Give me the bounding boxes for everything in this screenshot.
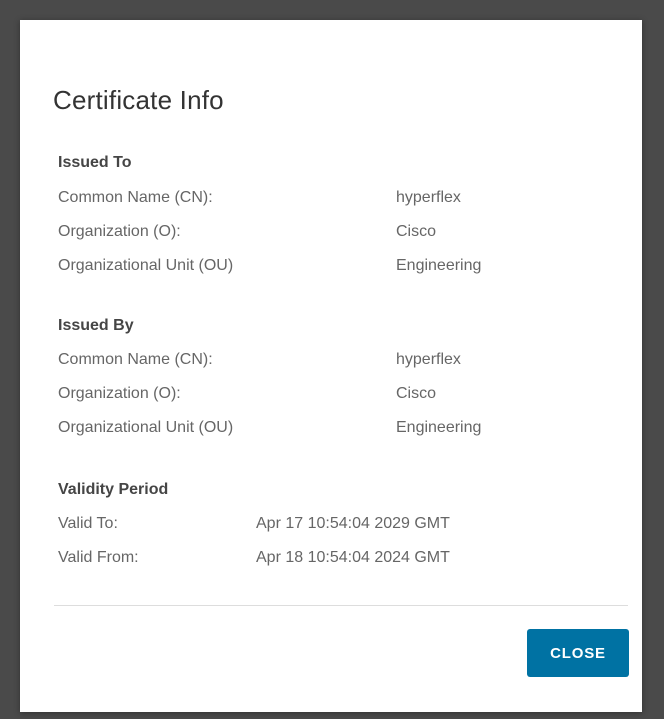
issued-by-cn-label: Common Name (CN): [58,351,213,368]
issued-to-org-label: Organization (O): [58,223,181,240]
issued-by-ou-label: Organizational Unit (OU) [58,419,234,436]
valid-to-label: Valid To: [58,515,118,532]
issued-to-ou-label: Organizational Unit (OU) [58,257,234,274]
footer-divider [54,605,628,606]
issued-to-ou-value: Engineering [396,257,482,274]
issued-by-org-label: Organization (O): [58,385,181,402]
valid-from-label: Valid From: [58,549,139,566]
issued-by-heading: Issued By [58,317,134,334]
validity-period-heading: Validity Period [58,481,169,498]
issued-to-heading: Issued To [58,154,132,171]
valid-to-value: Apr 17 10:54:04 2029 GMT [256,515,450,532]
issued-by-ou-value: Engineering [396,419,482,436]
issued-by-cn-value: hyperflex [396,351,461,368]
issued-by-org-value: Cisco [396,385,437,402]
certificate-info-dialog: Certificate Info Issued To Common Name (… [20,20,642,712]
close-button[interactable]: CLOSE [527,629,629,677]
dialog-title: Certificate Info [53,85,224,115]
issued-to-org-value: Cisco [396,223,437,240]
issued-to-cn-value: hyperflex [396,189,461,206]
issued-to-cn-label: Common Name (CN): [58,189,213,206]
valid-from-value: Apr 18 10:54:04 2024 GMT [256,549,450,566]
